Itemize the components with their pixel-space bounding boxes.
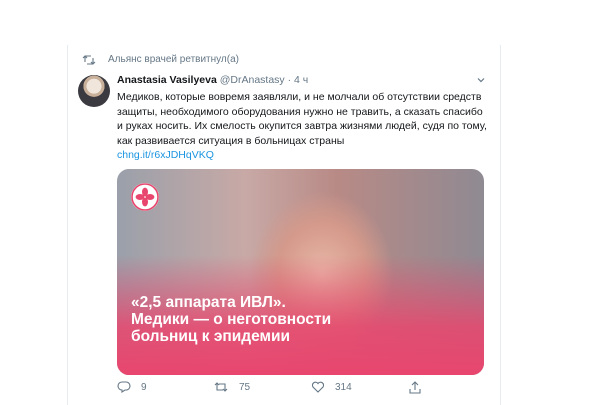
- headline-line-2: Медики — о неготовности: [131, 311, 332, 328]
- chevron-down-icon[interactable]: [476, 75, 486, 85]
- share-icon: [409, 381, 421, 394]
- like-count: 314: [335, 381, 352, 393]
- headline-line-3: больниц к эпидемии: [131, 328, 291, 345]
- share-button[interactable]: [409, 381, 431, 394]
- tweet-header: Anastasia Vasilyeva @DrAnastasy · 4 ч: [117, 74, 308, 86]
- media-card[interactable]: «2,5 аппарата ИВЛ». Медики — о неготовно…: [117, 169, 484, 375]
- media-headline: «2,5 аппарата ИВЛ». Медики — о неготовно…: [131, 294, 461, 345]
- tweet-link[interactable]: chng.it/r6xJDHqVKQ: [117, 148, 487, 163]
- reply-icon: [117, 381, 131, 393]
- reply-count: 9: [141, 381, 147, 393]
- retweet-label: Альянс врачей ретвитнул(а): [108, 54, 239, 65]
- headline-line-1: «2,5 аппарата ИВЛ».: [131, 294, 286, 311]
- avatar[interactable]: [78, 75, 110, 107]
- retweet-icon: [82, 54, 96, 65]
- heart-icon: [311, 381, 325, 393]
- retweet-count: 75: [239, 381, 251, 393]
- like-button[interactable]: 314: [311, 381, 352, 393]
- author-handle[interactable]: @DrAnastasy: [220, 74, 285, 86]
- medical-union-logo-mark: [131, 183, 159, 211]
- medical-union-logo: [131, 183, 159, 211]
- tweet-text: Медиков, которые вовремя заявляли, и не …: [117, 90, 487, 163]
- separator: ·: [287, 74, 292, 86]
- author-name[interactable]: Anastasia Vasilyeva: [117, 74, 217, 86]
- tweet-actions: 9 75 314: [117, 381, 487, 397]
- tweet-body: Медиков, которые вовремя заявляли, и не …: [117, 91, 487, 147]
- retweet-action-icon: [214, 382, 228, 392]
- retweet-context: Альянс врачей ретвитнул(а): [82, 54, 239, 65]
- timestamp[interactable]: 4 ч: [294, 74, 308, 86]
- reply-button[interactable]: 9: [117, 381, 147, 393]
- tweet-card[interactable]: Альянс врачей ретвитнул(а) Anastasia Vas…: [67, 45, 501, 405]
- retweet-button[interactable]: 75: [213, 381, 250, 393]
